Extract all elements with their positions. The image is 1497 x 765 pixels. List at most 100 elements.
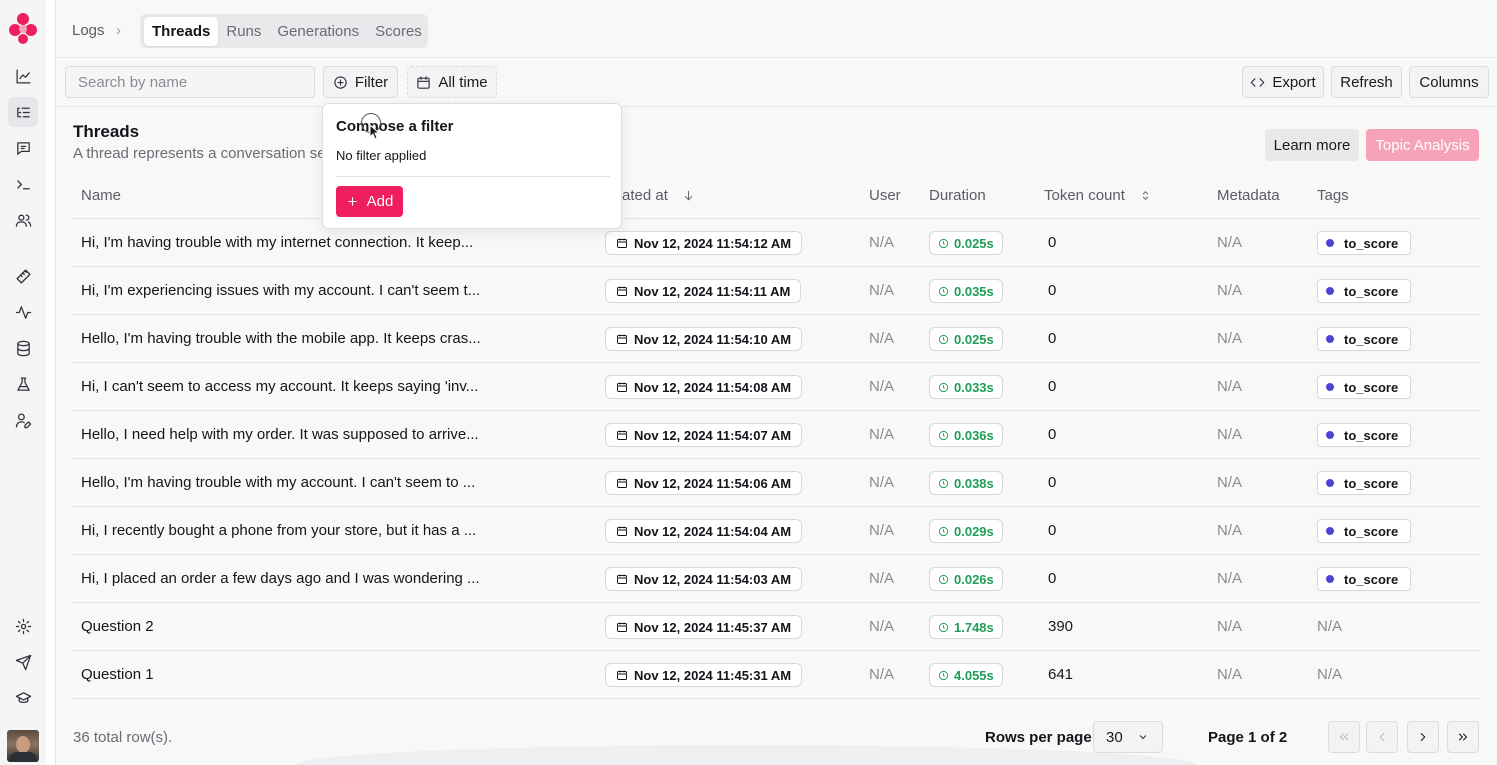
tag-badge[interactable]: to_score [1317, 519, 1412, 543]
columns-button[interactable]: Columns [1409, 66, 1489, 98]
list-tree-icon[interactable] [8, 97, 38, 127]
learn-more-button[interactable]: Learn more [1265, 129, 1359, 161]
tab-scores[interactable]: Scores [367, 17, 430, 46]
column-header-user[interactable]: User [869, 187, 901, 204]
column-header-created-at[interactable]: ated at [622, 187, 695, 204]
created-at-badge: Nov 12, 2024 11:45:37 AM [605, 615, 803, 639]
message-square-icon[interactable] [8, 133, 38, 163]
tab-generations[interactable]: Generations [269, 17, 367, 46]
breadcrumb-chevron-icon: › [116, 22, 121, 39]
side-nav [0, 0, 46, 765]
tab-threads[interactable]: Threads [144, 16, 219, 46]
table-row[interactable]: Hi, I can't seem to access my account. I… [73, 363, 1479, 411]
export-button[interactable]: Export [1242, 66, 1324, 98]
tag-dot-icon [1326, 383, 1334, 391]
tab-runs[interactable]: Runs [218, 17, 269, 46]
token-count-cell: 0 [1048, 234, 1057, 251]
activity-icon[interactable] [8, 297, 38, 327]
token-count-cell: 0 [1048, 378, 1057, 395]
table-row[interactable]: Hello, I'm having trouble with my accoun… [73, 459, 1479, 507]
settings-gear-icon[interactable] [8, 611, 38, 641]
avatar[interactable] [7, 730, 39, 762]
thread-name-cell[interactable]: Hi, I'm experiencing issues with my acco… [81, 282, 481, 299]
filter-button[interactable]: Filter [323, 66, 398, 98]
chevron-left-icon [1379, 732, 1385, 742]
database-icon[interactable] [8, 333, 38, 363]
breadcrumb[interactable]: Logs [72, 22, 105, 39]
column-header-tags[interactable]: Tags [1317, 187, 1349, 204]
created-at-value: Nov 12, 2024 11:54:10 AM [634, 331, 792, 347]
tag-badge[interactable]: to_score [1317, 327, 1412, 351]
users-icon[interactable] [8, 205, 38, 235]
chevron-down-icon [1139, 735, 1147, 740]
token-count-cell: 0 [1048, 426, 1057, 443]
tag-badge[interactable]: to_score [1317, 375, 1412, 399]
table-row[interactable]: Hi, I'm having trouble with my internet … [73, 219, 1479, 267]
tag-label: to_score [1344, 283, 1399, 299]
table-row[interactable]: Question 2 Nov 12, 2024 11:45:37 AM N/A 1.7… [73, 603, 1479, 651]
table-row[interactable]: Hello, I need help with my order. It was… [73, 411, 1479, 459]
duration-badge: 4.055s [929, 663, 1003, 687]
thread-name-cell[interactable]: Question 2 [81, 618, 481, 635]
clock-icon [938, 574, 949, 584]
plus-circle-icon [334, 75, 347, 89]
flask-icon[interactable] [8, 369, 38, 399]
last-page-button[interactable] [1447, 721, 1479, 753]
chevrons-right-icon [1458, 733, 1468, 741]
tag-badge[interactable]: to_score [1317, 423, 1412, 447]
created-at-badge: Nov 12, 2024 11:54:08 AM [605, 375, 803, 399]
created-at-value: Nov 12, 2024 11:54:04 AM [634, 523, 792, 539]
sort-chevrons-icon [1142, 191, 1149, 200]
thread-name-cell[interactable]: Question 1 [81, 666, 481, 683]
duration-value: 0.038s [954, 475, 994, 491]
table-row[interactable]: Hi, I'm experiencing issues with my acco… [73, 267, 1479, 315]
section-title: Threads [73, 122, 140, 141]
tag-dot-icon [1326, 287, 1334, 295]
tag-badge[interactable]: to_score [1317, 567, 1412, 591]
created-at-value: Nov 12, 2024 11:54:03 AM [634, 571, 792, 587]
topic-analysis-button[interactable]: Topic Analysis [1366, 129, 1479, 161]
column-header-token-count[interactable]: Token count [1044, 187, 1152, 204]
tag-badge[interactable]: to_score [1317, 279, 1412, 303]
tag-label: to_score [1344, 523, 1399, 539]
tag-badge[interactable]: to_score [1317, 471, 1412, 495]
created-at-badge: Nov 12, 2024 11:54:10 AM [605, 327, 803, 351]
chart-line-icon[interactable] [8, 61, 38, 91]
ruler-icon[interactable] [8, 261, 38, 291]
thread-name-cell[interactable]: Hi, I'm having trouble with my internet … [81, 234, 481, 251]
thread-name-cell[interactable]: Hi, I recently bought a phone from your … [81, 522, 481, 539]
thread-name-cell[interactable]: Hi, I placed an order a few days ago and… [81, 570, 481, 587]
terminal-icon[interactable] [8, 169, 38, 199]
thread-name-cell[interactable]: Hello, I need help with my order. It was… [81, 426, 481, 443]
calendar-icon [617, 238, 627, 248]
duration-badge: 0.038s [929, 471, 1003, 495]
app-logo[interactable] [5, 10, 41, 46]
thread-name-cell[interactable]: Hello, I'm having trouble with my accoun… [81, 474, 481, 491]
previous-page-button[interactable] [1366, 721, 1398, 753]
created-at-badge: Nov 12, 2024 11:54:12 AM [605, 231, 803, 255]
refresh-button[interactable]: Refresh [1331, 66, 1402, 98]
table-row[interactable]: Question 1 Nov 12, 2024 11:45:31 AM N/A 4.0… [73, 651, 1479, 699]
tag-badge[interactable]: to_score [1317, 231, 1412, 255]
thread-name-cell[interactable]: Hello, I'm having trouble with the mobil… [81, 330, 481, 347]
table-row[interactable]: Hello, I'm having trouble with the mobil… [73, 315, 1479, 363]
column-header-metadata[interactable]: Metadata [1217, 187, 1280, 204]
add-filter-button[interactable]: Add [336, 186, 403, 217]
next-page-button[interactable] [1407, 721, 1439, 753]
column-header-duration[interactable]: Duration [929, 187, 986, 204]
first-page-button[interactable] [1328, 721, 1360, 753]
rows-per-page-select[interactable]: 30 [1093, 721, 1163, 753]
clock-icon [938, 334, 949, 344]
search-input[interactable] [65, 66, 315, 98]
table-row[interactable]: Hi, I placed an order a few days ago and… [73, 555, 1479, 603]
graduation-cap-icon[interactable] [8, 683, 38, 713]
column-header-name[interactable]: Name [81, 187, 121, 204]
token-count-cell: 0 [1048, 570, 1057, 587]
user-pen-icon[interactable] [8, 405, 38, 435]
user-cell: N/A [869, 474, 895, 491]
time-range-button[interactable]: All time [407, 66, 497, 98]
table-row[interactable]: Hi, I recently bought a phone from your … [73, 507, 1479, 555]
send-icon[interactable] [8, 647, 38, 677]
thread-name-cell[interactable]: Hi, I can't seem to access my account. I… [81, 378, 481, 395]
duration-badge: 0.029s [929, 519, 1003, 543]
